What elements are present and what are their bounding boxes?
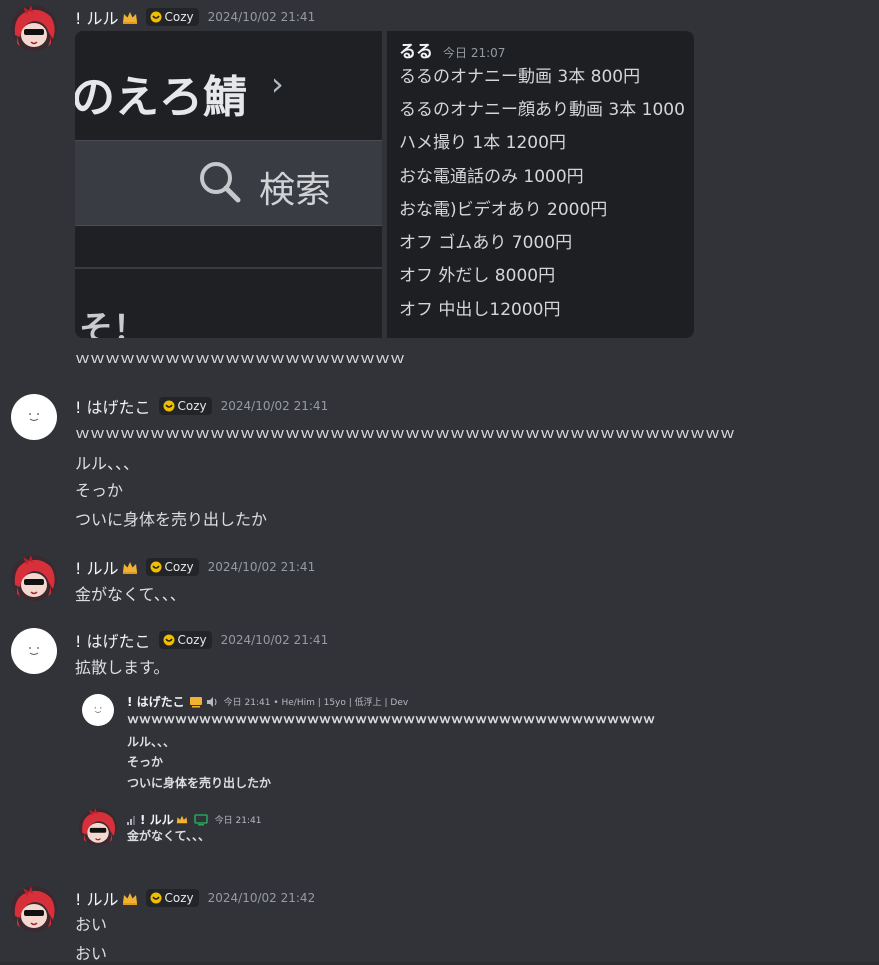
avatar[interactable] [11,394,57,440]
tag-label: Cozy [164,891,194,905]
username[interactable]: ! はげたこ [75,394,151,418]
message-text: おい [75,944,108,963]
message-text: ルル、、、 [75,454,140,473]
attachment-image-right[interactable]: るる 今日 21:07 るるのオナニー動画 3本 800円 るるのオナニー顔あり… [387,31,694,338]
avatar[interactable] [11,886,57,932]
message-text: そっか [75,481,124,500]
crown-icon [176,815,187,824]
speaker-icon [206,696,217,707]
cozy-tag-icon [150,892,162,904]
price-item: オフ 外だし 8000円 [399,266,556,286]
quote-text: そっか [127,755,164,769]
quote-text: ｗｗｗｗｗｗｗｗｗｗｗｗｗｗｗｗｗｗｗｗｗｗｗｗｗｗｗｗｗｗｗｗｗｗｗｗｗｗｗｗ… [127,712,656,726]
embed-author: るる [399,42,433,62]
tag-label: Cozy [164,10,194,24]
price-item: おな電通話のみ 1000円 [399,167,584,187]
timestamp[interactable]: 2024/10/02 21:42 [208,891,316,905]
message-header: ! はげたこ Cozy 2024/10/02 21:41 [75,394,329,418]
server-tag[interactable]: Cozy [145,8,199,26]
message-text: 金がなくて、、、 [75,585,186,604]
search-bar-image: 検索 [75,140,382,226]
quote-meta: 今日 21:41 • He/Him | 15yo | 低浮上 | Dev [223,698,409,708]
cozy-tag-icon [163,400,175,412]
quote-username: ! ルル [140,813,174,827]
quote-meta: 今日 21:41 [214,816,262,826]
crown-icon [122,12,137,24]
tag-label: Cozy [164,560,194,574]
monitor-icon [189,696,202,707]
attachment-image-left[interactable]: のえろ鯖 › 検索 そ！ [75,31,382,338]
server-tag[interactable]: Cozy [145,558,199,576]
quote-text: ついに身体を売り出したか [127,776,272,790]
server-tag[interactable]: Cozy [158,397,212,415]
image-text-top: のえろ鯖 [75,72,247,123]
avatar[interactable] [11,628,57,674]
search-icon [200,162,241,203]
tag-label: Cozy [177,633,207,647]
cozy-tag-icon [163,634,175,646]
message-text: おい [75,915,108,934]
timestamp[interactable]: 2024/10/02 21:41 [221,399,329,413]
cozy-tag-icon [150,561,162,573]
price-item: オフ 中出し12000円 [399,300,561,320]
server-tag[interactable]: Cozy [158,631,212,649]
crown-icon [122,893,137,905]
message-text: ｗｗｗｗｗｗｗｗｗｗｗｗｗｗｗｗｗｗｗｗｗｗｗｗｗｗｗｗｗｗｗｗｗｗｗｗｗｗｗｗ… [75,424,736,442]
username[interactable]: ! ルル [75,886,119,910]
cozy-tag-icon [150,11,162,23]
divider [75,267,382,269]
quote-avatar [79,808,117,846]
quote-avatar [82,694,114,726]
price-item: ハメ撮り 1本 1200円 [399,133,566,153]
embed-time: 今日 21:07 [443,46,506,60]
avatar[interactable] [11,5,57,51]
embed-header: るる 今日 21:07 [399,37,505,62]
quote-text: 金がなくて、、、 [127,829,211,843]
quote-text: ルル、、、 [127,735,176,749]
chevron-right-icon: › [271,65,284,103]
timestamp[interactable]: 2024/10/02 21:41 [221,633,329,647]
quote-header: ! ルル 今日 21:41 [127,811,261,828]
message-text: ｗｗｗｗｗｗｗｗｗｗｗｗｗｗｗｗｗｗｗｗｗｗ [75,349,406,367]
search-label: 検索 [259,170,332,211]
price-item: るるのオナニー顔あり動画 3本 1000 [399,100,685,120]
timestamp[interactable]: 2024/10/02 21:41 [208,10,316,24]
timestamp[interactable]: 2024/10/02 21:41 [208,560,316,574]
price-item: オフ ゴムあり 7000円 [399,233,573,253]
image-text-bottom: そ！ [79,309,147,338]
server-tag[interactable]: Cozy [145,889,199,907]
message-header: ! ルル Cozy 2024/10/02 21:41 [75,5,316,29]
signal-icon [127,815,135,825]
message-header: ! ルル Cozy 2024/10/02 21:41 [75,555,316,579]
username[interactable]: ! ルル [75,5,119,29]
message-header: ! ルル Cozy 2024/10/02 21:42 [75,886,316,910]
quote-username: ! はげたこ [127,695,185,709]
quote-header: ! はげたこ 今日 21:41 • He/Him | 15yo | 低浮上 | … [127,693,408,710]
message-text: 拡散します。 [75,658,170,677]
monitor-icon [193,813,208,825]
avatar[interactable] [11,555,57,601]
username[interactable]: ! はげたこ [75,628,151,652]
message-header: ! はげたこ Cozy 2024/10/02 21:41 [75,628,329,652]
crown-icon [122,562,137,574]
username[interactable]: ! ルル [75,555,119,579]
message-text: ついに身体を売り出したか [75,510,268,529]
price-item: おな電)ビデオあり 2000円 [399,200,608,220]
price-item: るるのオナニー動画 3本 800円 [399,67,641,87]
tag-label: Cozy [177,399,207,413]
